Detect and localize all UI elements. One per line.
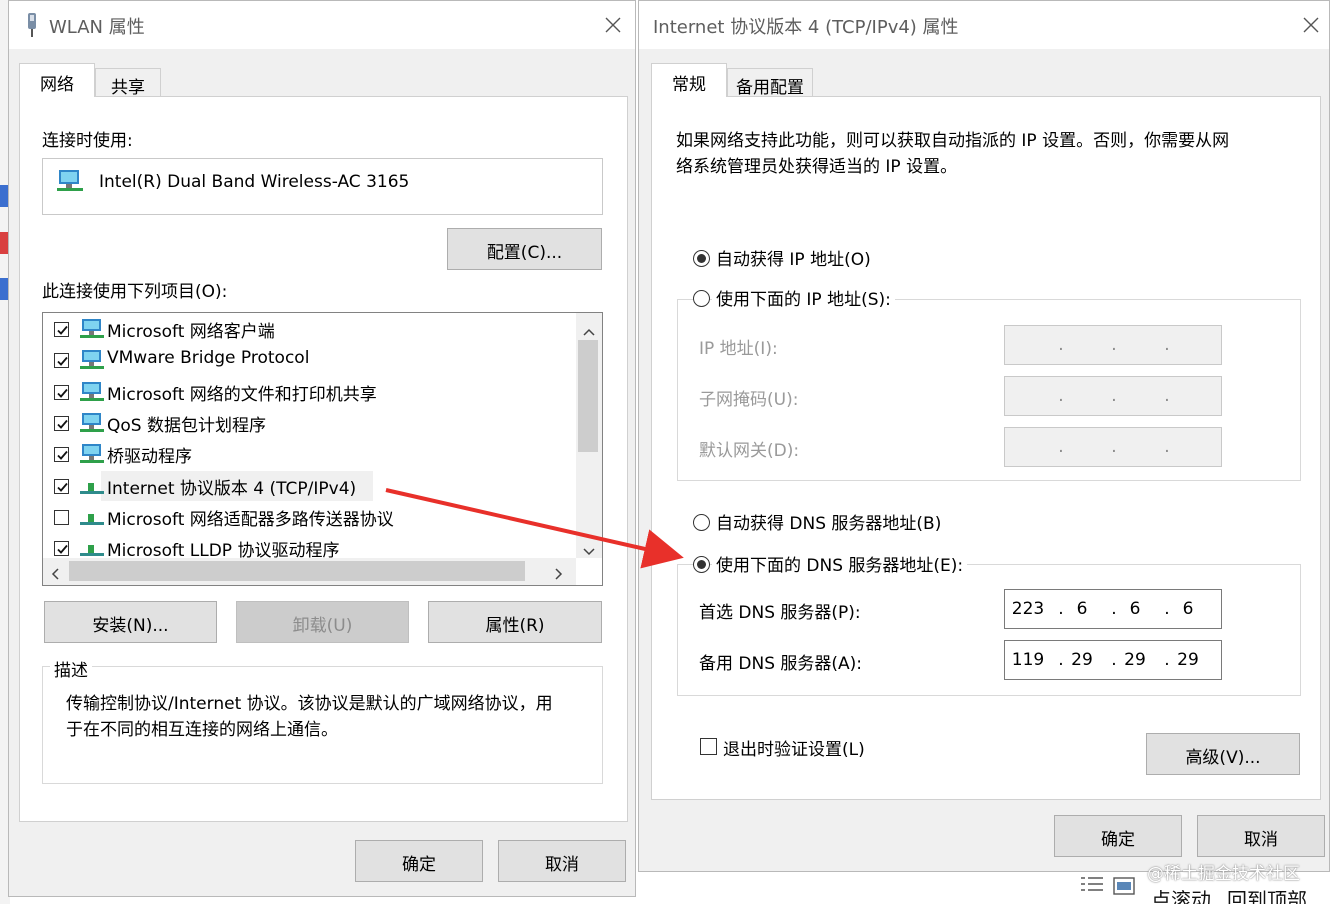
tab-network[interactable]: 网络 <box>19 63 95 97</box>
tab-general[interactable]: 常规 <box>651 63 727 97</box>
scroll-text[interactable]: 点滚动 <box>1151 884 1211 904</box>
list-view-icon[interactable] <box>1081 876 1103 894</box>
watermark: @稀土掘金技术社区 <box>1147 864 1300 884</box>
tab-network-label: 网络 <box>40 75 74 95</box>
annotation-arrow <box>385 488 684 569</box>
tab-general-label: 常规 <box>672 75 706 95</box>
image-icon[interactable] <box>1113 877 1135 895</box>
back-to-top-link[interactable]: 回到顶部 <box>1227 884 1307 904</box>
